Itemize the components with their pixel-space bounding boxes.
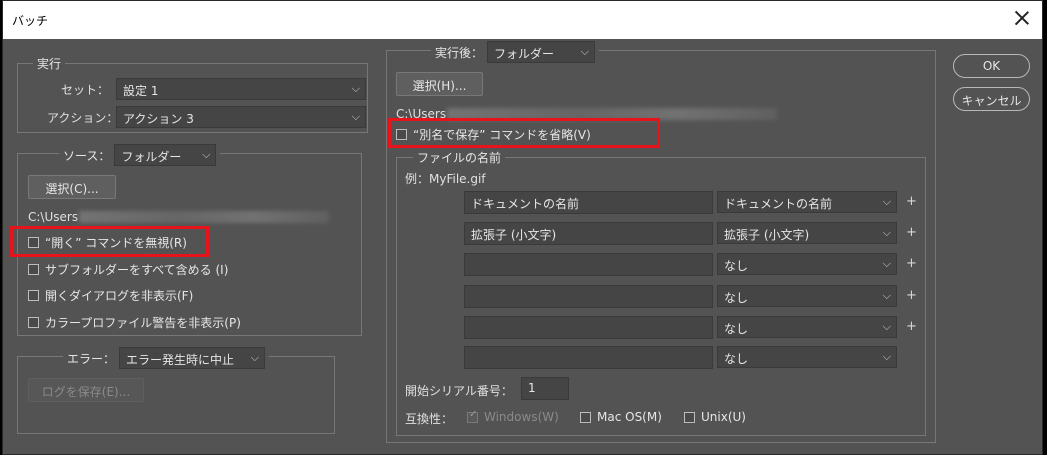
set-value: 設定 1 [123, 84, 159, 98]
naming-select-value: 拡張子 (小文字) [724, 228, 810, 242]
source-choose-button[interactable]: 選択(C)... [28, 175, 116, 199]
chevron-down-icon: ⌵ [882, 320, 891, 333]
naming-select-4[interactable]: なし ⌵ [717, 285, 897, 307]
checkbox-label: サブフォルダーをすべて含める (I) [45, 263, 229, 277]
include-subfolders-checkbox[interactable]: サブフォルダーをすべて含める (I) [28, 261, 228, 278]
highlight-override-save-as [388, 118, 660, 148]
action-label: アクション： [47, 111, 119, 125]
close-icon[interactable] [1014, 10, 1030, 26]
destination-label: 実行後： [435, 45, 484, 60]
source-path: C:\Users [28, 210, 79, 224]
checkbox-label: カラープロファイル警告を非表示(P) [45, 316, 241, 330]
file-naming-legend: ファイルの名前 [413, 149, 506, 166]
naming-text-1[interactable]: ドキュメントの名前 [464, 191, 713, 214]
source-value: フォルダー [121, 150, 182, 164]
naming-text-4[interactable] [464, 285, 713, 308]
checkbox-box[interactable] [28, 290, 39, 301]
set-label: セット： [61, 83, 110, 97]
checkbox-label: Windows(W) [484, 410, 559, 424]
title-bar: バッチ [3, 1, 1042, 39]
errors-legend: エラー： エラー発生時に中止 ⌵ [63, 347, 270, 369]
naming-select-value: なし [724, 259, 749, 273]
destination-select[interactable]: フォルダー ⌵ [487, 41, 596, 63]
naming-text-3[interactable] [464, 253, 713, 276]
errors-label: エラー： [67, 351, 116, 366]
add-row-icon[interactable]: + [906, 256, 917, 271]
naming-select-3[interactable]: なし ⌵ [717, 253, 897, 275]
naming-select-1[interactable]: ドキュメントの名前 ⌵ [717, 191, 897, 213]
naming-select-2[interactable]: 拡張子 (小文字) ⌵ [717, 222, 897, 244]
errors-value: エラー発生時に中止 [126, 353, 235, 367]
naming-select-value: ドキュメントの名前 [724, 197, 833, 211]
chevron-down-icon: ⌵ [351, 82, 360, 95]
source-select[interactable]: フォルダー ⌵ [114, 144, 217, 166]
add-row-icon[interactable]: + [906, 319, 917, 334]
naming-select-value: なし [724, 291, 749, 305]
chevron-down-icon: ⌵ [351, 110, 360, 123]
action-select[interactable]: アクション 3 ⌵ [116, 106, 366, 128]
action-value: アクション 3 [123, 112, 194, 126]
source-label: ソース： [63, 148, 111, 163]
serial-label: 開始シリアル番号： [405, 384, 513, 398]
serial-field[interactable]: 1 [521, 377, 569, 400]
batch-dialog: バッチ 実行 セット： 設定 1 ⌵ アクション： アクション 3 ⌵ ソース：… [2, 0, 1043, 455]
chevron-down-icon: ⌵ [882, 257, 891, 270]
naming-text-2[interactable]: 拡張子 (小文字) [464, 222, 713, 245]
naming-text-5[interactable] [464, 316, 713, 339]
compat-unix-checkbox[interactable]: Unix(U) [684, 410, 746, 424]
add-row-icon[interactable]: + [906, 194, 917, 209]
chevron-down-icon: ⌵ [580, 45, 590, 58]
compat-label: 互換性： [405, 412, 454, 426]
compat-windows-checkbox[interactable]: Windows(W) [467, 409, 559, 424]
destination-value: フォルダー [494, 47, 555, 61]
checkbox-box[interactable] [467, 409, 478, 423]
checkbox-label: Mac OS(M) [597, 410, 662, 424]
chevron-down-icon: ⌵ [882, 226, 891, 239]
set-select[interactable]: 設定 1 ⌵ [116, 78, 366, 100]
suppress-color-warnings-checkbox[interactable]: カラープロファイル警告を非表示(P) [28, 314, 241, 331]
errors-select[interactable]: エラー発生時に中止 ⌵ [119, 347, 266, 369]
file-naming-example: 例：MyFile.gif [405, 172, 486, 186]
play-legend: 実行 [33, 55, 66, 72]
destination-legend: 実行後： フォルダー ⌵ [431, 41, 600, 63]
cancel-button[interactable]: キャンセル [953, 87, 1030, 111]
blurred-path [79, 211, 329, 223]
window-title: バッチ [12, 14, 49, 28]
suppress-open-dialogs-checkbox[interactable]: 開くダイアログを非表示(F) [28, 287, 193, 304]
checkbox-label: 開くダイアログを非表示(F) [45, 289, 194, 303]
naming-select-value: なし [724, 322, 749, 336]
source-legend: ソース： フォルダー ⌵ [59, 144, 221, 166]
checkbox-box[interactable] [28, 264, 39, 275]
checkbox-box[interactable] [28, 317, 39, 328]
naming-select-5[interactable]: なし ⌵ [717, 316, 897, 338]
destination-choose-button[interactable]: 選択(H)... [396, 72, 483, 96]
chevron-down-icon: ⌵ [882, 350, 891, 363]
checkbox-box[interactable] [580, 411, 591, 423]
add-row-icon[interactable]: + [906, 288, 917, 303]
naming-select-value: なし [724, 352, 749, 366]
highlight-ignore-open [10, 226, 209, 257]
chevron-down-icon: ⌵ [202, 148, 211, 161]
checkbox-label: Unix(U) [701, 410, 746, 424]
chevron-down-icon: ⌵ [250, 351, 260, 364]
add-row-icon[interactable]: + [906, 225, 917, 240]
chevron-down-icon: ⌵ [882, 195, 891, 208]
checkbox-box[interactable] [684, 411, 695, 423]
save-log-button[interactable]: ログを保存(E)... [28, 378, 144, 402]
naming-text-6[interactable] [464, 346, 713, 369]
chevron-down-icon: ⌵ [882, 289, 891, 302]
ok-button[interactable]: OK [953, 54, 1030, 78]
naming-select-6[interactable]: なし ⌵ [717, 346, 897, 368]
compat-mac-checkbox[interactable]: Mac OS(M) [580, 410, 662, 424]
